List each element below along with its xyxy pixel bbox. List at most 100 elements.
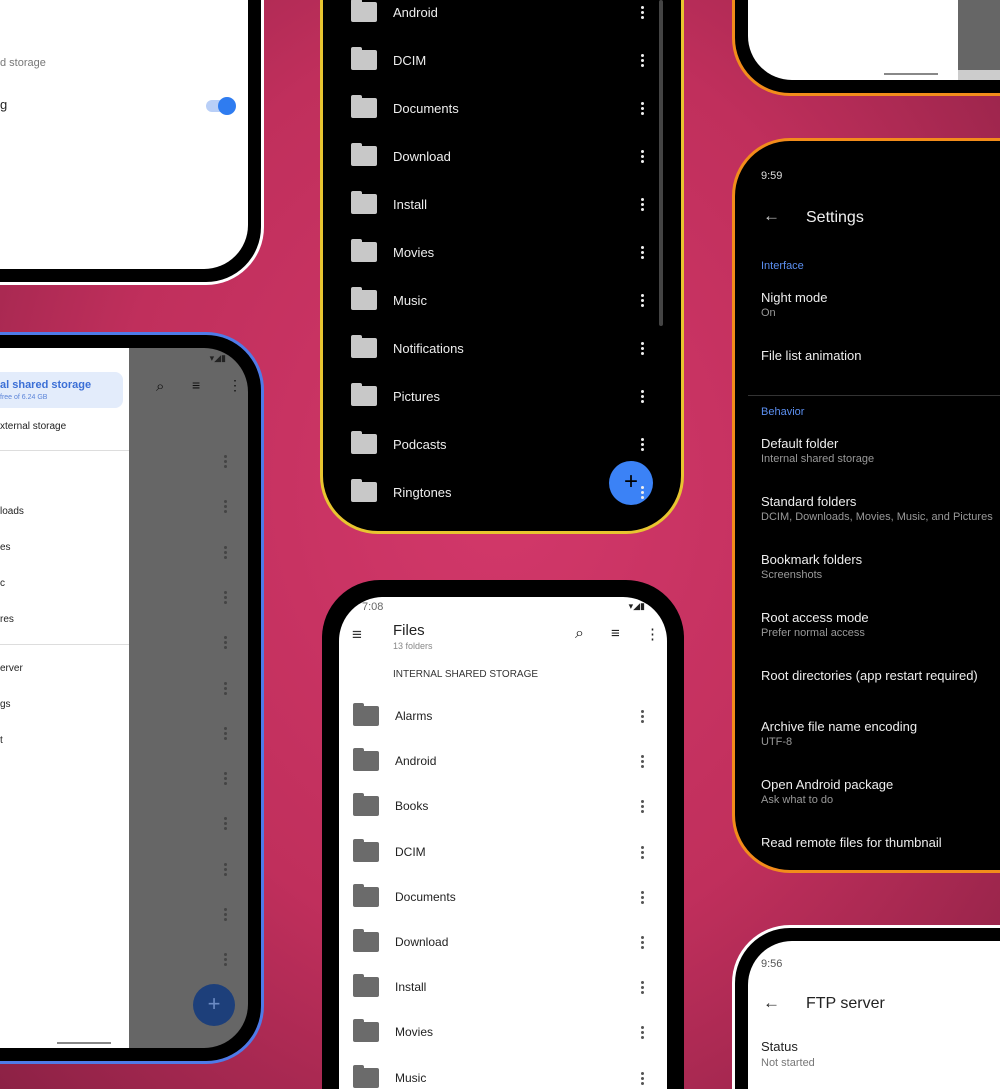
- folder-row[interactable]: Pictures: [337, 381, 667, 411]
- folder-row[interactable]: DCIM: [339, 837, 667, 867]
- folder-icon: [351, 143, 377, 166]
- folder-row[interactable]: Movies: [339, 1017, 667, 1047]
- more-icon[interactable]: [224, 680, 228, 697]
- more-icon[interactable]: [641, 708, 645, 725]
- more-icon[interactable]: [641, 484, 645, 501]
- more-icon[interactable]: [224, 544, 228, 561]
- folder-row[interactable]: Ringtones: [337, 477, 667, 507]
- folder-icon: [353, 1019, 379, 1043]
- folder-row[interactable]: Podcasts: [337, 429, 667, 459]
- folder-row[interactable]: DCIM: [337, 45, 667, 75]
- drawer-item-label[interactable]: t: [0, 735, 3, 746]
- more-icon[interactable]: [641, 436, 645, 453]
- more-icon[interactable]: [224, 589, 228, 606]
- more-icon[interactable]: [641, 753, 645, 770]
- drawer-item-label[interactable]: xternal storage: [0, 421, 66, 432]
- folder-icon: [351, 335, 377, 358]
- settings-item[interactable]: Archive file name encoding UTF-8: [748, 719, 1000, 769]
- drawer-item-label[interactable]: erver: [0, 663, 23, 674]
- more-icon[interactable]: [641, 340, 645, 357]
- folder-row[interactable]: Notifications: [337, 333, 667, 363]
- more-icon[interactable]: [641, 148, 645, 165]
- more-icon[interactable]: [224, 906, 228, 923]
- folder-row[interactable]: Download: [339, 927, 667, 957]
- drawer-item-label[interactable]: loads: [0, 506, 24, 517]
- more-icon[interactable]: [641, 388, 645, 405]
- more-icon[interactable]: [224, 453, 228, 470]
- drawer-item-label[interactable]: c: [0, 578, 5, 589]
- more-icon[interactable]: [641, 244, 645, 261]
- sort-icon[interactable]: ≡: [611, 625, 620, 642]
- folder-row[interactable]: Android: [339, 746, 667, 776]
- folder-row[interactable]: Documents: [337, 93, 667, 123]
- folder-row[interactable]: Books: [339, 791, 667, 821]
- settings-item[interactable]: Default folder Internal shared storage: [748, 436, 1000, 486]
- status-time: 7:08: [362, 601, 384, 613]
- toggle-switch[interactable]: [206, 97, 236, 115]
- folder-row[interactable]: Music: [339, 1063, 667, 1089]
- folder-row[interactable]: Alarms: [339, 701, 667, 731]
- sort-icon[interactable]: ≡: [192, 377, 200, 393]
- more-icon[interactable]: [641, 934, 645, 951]
- more-icon[interactable]: [641, 889, 645, 906]
- folder-name: Music: [395, 1070, 427, 1085]
- drawer-item-label: al shared storage: [0, 379, 92, 391]
- fab-add[interactable]: +: [193, 984, 235, 1026]
- folder-name: DCIM: [393, 52, 427, 68]
- more-icon[interactable]: [641, 1024, 645, 1041]
- more-icon[interactable]: [224, 498, 228, 515]
- folder-row[interactable]: Download: [337, 141, 667, 171]
- settings-item-title: Default folder: [761, 436, 839, 451]
- settings-item-subtitle: Internal shared storage: [761, 453, 875, 465]
- more-icon[interactable]: [224, 861, 228, 878]
- search-icon[interactable]: ⌕: [156, 378, 164, 395]
- search-icon[interactable]: ⌕: [575, 625, 584, 643]
- drawer-item-label[interactable]: es: [0, 542, 11, 553]
- folder-name: Alarms: [395, 709, 433, 723]
- more-icon[interactable]: ⋮: [645, 625, 660, 643]
- more-icon[interactable]: ⋮: [228, 377, 242, 394]
- more-icon[interactable]: [641, 52, 645, 69]
- back-arrow-icon[interactable]: ←: [763, 206, 780, 226]
- more-icon[interactable]: [224, 634, 228, 651]
- more-icon[interactable]: [641, 292, 645, 309]
- phone-settings: 9:59 ← Settings Interface Night mode On Fil…: [732, 138, 1000, 873]
- settings-item[interactable]: Read remote files for thumbnail: [748, 835, 1000, 857]
- folder-icon: [353, 703, 379, 726]
- menu-icon[interactable]: ≡: [352, 625, 362, 645]
- settings-item[interactable]: Root access mode Prefer normal access: [748, 610, 1000, 660]
- more-icon[interactable]: [641, 1070, 645, 1087]
- settings-item[interactable]: Standard folders DCIM, Downloads, Movies,…: [748, 494, 1000, 544]
- back-arrow-icon[interactable]: ←: [763, 993, 780, 1013]
- more-icon[interactable]: [224, 770, 228, 787]
- more-icon[interactable]: [641, 844, 645, 861]
- more-icon[interactable]: [224, 815, 228, 832]
- settings-item[interactable]: Bookmark folders Screenshots: [748, 552, 1000, 602]
- settings-item[interactable]: Night mode On: [748, 290, 1000, 340]
- drawer-item-label[interactable]: gs: [0, 699, 11, 710]
- settings-item[interactable]: Open Android package Ask what to do: [748, 777, 1000, 827]
- folder-row[interactable]: Android: [337, 0, 667, 27]
- settings-item-title: Night mode: [761, 290, 828, 305]
- status-value: Not started: [761, 1057, 815, 1069]
- folder-row[interactable]: Documents: [339, 882, 667, 912]
- more-icon[interactable]: [641, 196, 645, 213]
- more-icon[interactable]: [224, 725, 228, 742]
- more-icon[interactable]: [224, 951, 228, 968]
- settings-item[interactable]: File list animation: [748, 348, 1000, 398]
- folder-name: Podcasts: [393, 436, 447, 452]
- divider: [0, 450, 129, 451]
- more-icon[interactable]: [641, 979, 645, 996]
- folder-row[interactable]: Movies: [337, 237, 667, 267]
- settings-item-subtitle: Prefer normal access: [761, 627, 865, 639]
- more-icon[interactable]: [641, 4, 645, 21]
- settings-item[interactable]: Root directories (app restart required): [748, 668, 1000, 718]
- folder-row[interactable]: Music: [337, 285, 667, 315]
- settings-item-title: Standard folders: [761, 494, 857, 509]
- more-icon[interactable]: [641, 100, 645, 117]
- folder-row[interactable]: Install: [337, 189, 667, 219]
- more-icon[interactable]: [641, 798, 645, 815]
- settings-item-subtitle: Screenshots: [761, 569, 823, 581]
- drawer-item-label[interactable]: res: [0, 614, 14, 625]
- folder-row[interactable]: Install: [339, 972, 667, 1002]
